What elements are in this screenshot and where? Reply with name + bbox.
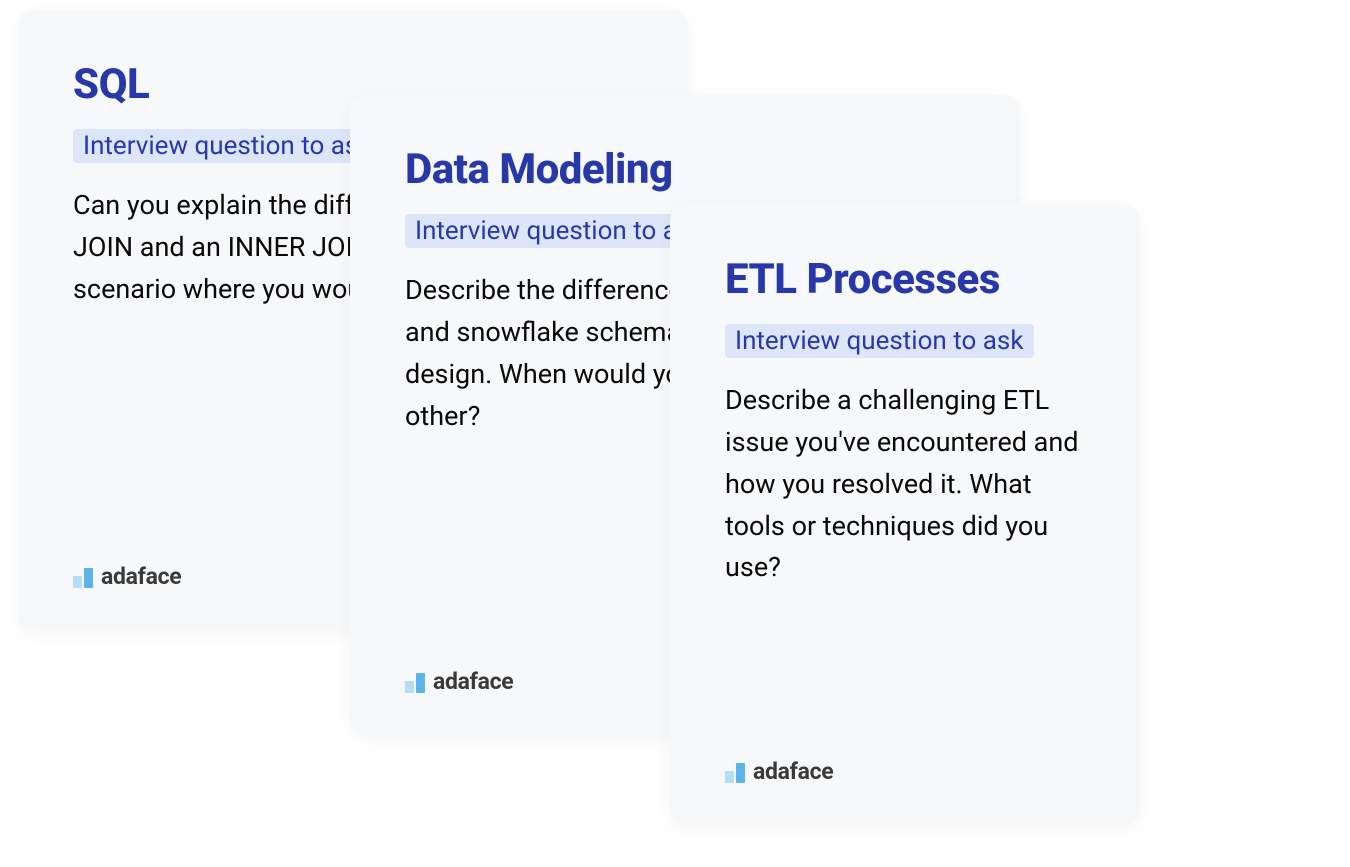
card-body-text: Describe a challenging ETL issue you've … [725,380,1085,589]
card-title: Data Modeling [405,145,965,194]
card-subtitle-badge: Interview question to ask [725,324,1034,358]
card-footer: adaface [725,758,833,785]
card-title: ETL Processes [725,255,1085,304]
card-subtitle-badge: Interview question to ask [405,214,714,248]
card-footer: adaface [73,563,181,590]
adaface-logo-icon [725,761,745,783]
brand-label: adaface [101,563,181,590]
card-footer: adaface [405,668,513,695]
brand-label: adaface [433,668,513,695]
interview-card-etl-processes: ETL Processes Interview question to ask … [670,205,1140,825]
card-subtitle-badge: Interview question to ask [73,129,382,163]
adaface-logo-icon [73,566,93,588]
adaface-logo-icon [405,671,425,693]
brand-label: adaface [753,758,833,785]
